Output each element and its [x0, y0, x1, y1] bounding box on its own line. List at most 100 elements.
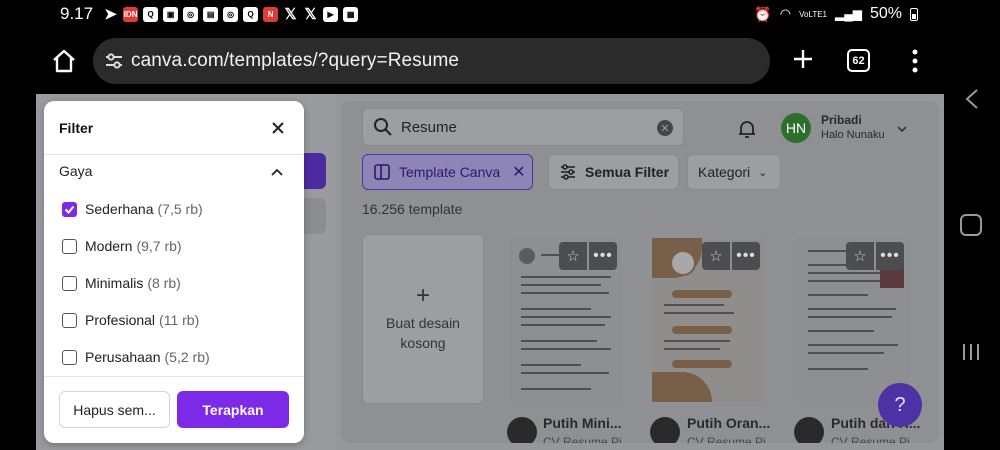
- close-icon[interactable]: [269, 119, 287, 137]
- option-label: Modern: [85, 238, 133, 254]
- section-title-gaya[interactable]: Gaya: [59, 163, 92, 179]
- star-icon[interactable]: ☆: [702, 242, 730, 270]
- bell-icon[interactable]: [736, 118, 758, 140]
- option-count: (8 rb): [147, 275, 181, 291]
- chevron-down-icon[interactable]: [896, 123, 908, 135]
- template-subtitle: CV Resume Pi...: [543, 435, 632, 443]
- all-filters-label: Semua Filter: [585, 164, 670, 180]
- checkbox[interactable]: [62, 238, 77, 254]
- search-box[interactable]: Resume ✕: [362, 108, 684, 146]
- plus-icon: +: [415, 282, 430, 310]
- more-menu-button[interactable]: [907, 48, 923, 74]
- main-content: Resume ✕ HN Pribadi Halo Nunaku Template…: [341, 101, 939, 443]
- template-card[interactable]: ☆ •••: [505, 234, 627, 404]
- more-horizontal-icon[interactable]: •••: [876, 242, 904, 270]
- creator-logo: [650, 417, 680, 443]
- filter-option-perusahaan[interactable]: Perusahaan (5,2 rb): [62, 347, 210, 367]
- chevron-up-icon[interactable]: [270, 165, 284, 179]
- template-icon: [374, 164, 390, 180]
- creator-logo: [507, 417, 537, 443]
- recent-apps-icon[interactable]: [960, 342, 982, 362]
- battery-percent: 50%: [869, 5, 902, 22]
- wifi-icon: ◠: [779, 6, 792, 21]
- x-icon-2: 𝕏: [304, 6, 317, 22]
- quran-icon-2: Q: [243, 6, 259, 22]
- remove-chip-icon[interactable]: ✕: [512, 162, 525, 182]
- new-tab-button[interactable]: [789, 45, 817, 73]
- signal-icon: ▂▄▆: [835, 7, 862, 21]
- youtube-icon: ▶: [323, 6, 339, 22]
- idn-icon: IDN: [123, 6, 139, 22]
- filter-sliders-icon: [561, 164, 575, 180]
- search-icon: [374, 118, 392, 136]
- battery-icon: [910, 7, 918, 21]
- star-icon[interactable]: ☆: [846, 242, 874, 270]
- home-nav-icon[interactable]: [960, 214, 982, 236]
- filter-modal: Filter Gaya Sederhana (7,5 rb) Modern (9…: [44, 101, 304, 443]
- news-icon: ▤: [203, 6, 219, 22]
- x-icon: 𝕏: [284, 6, 297, 22]
- back-icon[interactable]: [964, 88, 980, 110]
- instagram-icon: ◎: [183, 6, 199, 22]
- quran-icon: Q: [143, 6, 159, 22]
- divider: [44, 376, 304, 377]
- filter-option-modern[interactable]: Modern (9,7 rb): [62, 236, 182, 256]
- checkbox-checked[interactable]: [62, 201, 77, 217]
- shopping-bag-icon: ▣: [163, 6, 179, 22]
- clear-all-button[interactable]: Hapus sem...: [59, 391, 170, 428]
- option-label: Profesional: [85, 312, 156, 328]
- volte-indicator: VoLTE1: [799, 9, 827, 19]
- filter-option-sederhana[interactable]: Sederhana (7,5 rb): [62, 199, 203, 219]
- all-filters-button[interactable]: Semua Filter: [548, 154, 679, 190]
- template-count: 16.256 template: [362, 201, 463, 217]
- checkbox[interactable]: [62, 275, 77, 291]
- more-horizontal-icon[interactable]: •••: [589, 242, 617, 270]
- blank-card-line2: kosong: [400, 335, 446, 351]
- clear-search-icon[interactable]: ✕: [657, 120, 673, 136]
- search-input[interactable]: Resume: [401, 119, 457, 136]
- checkbox[interactable]: [62, 349, 77, 365]
- address-bar[interactable]: canva.com/templates/?query=Resume: [93, 38, 770, 84]
- user-subtitle: Halo Nunaku: [821, 129, 885, 141]
- browser-toolbar: canva.com/templates/?query=Resume 62: [36, 28, 944, 94]
- filter-option-minimalis[interactable]: Minimalis (8 rb): [62, 273, 181, 293]
- phone-screen: 9.17 ➤ IDN Q ▣ ◎ ▤ ◎ Q N 𝕏 𝕏 ▶ ▦ ⏰ ◠ VoL…: [0, 0, 1000, 450]
- notification-icons: ➤ IDN Q ▣ ◎ ▤ ◎ Q N 𝕏 𝕏 ▶ ▦: [103, 6, 359, 22]
- url-text[interactable]: canva.com/templates/?query=Resume: [131, 50, 459, 72]
- create-blank-design-card[interactable]: + Buat desain kosong: [362, 234, 484, 404]
- alarm-icon: ⏰: [754, 5, 772, 22]
- template-canva-chip[interactable]: Template Canva ✕: [362, 154, 533, 190]
- template-card[interactable]: ☆ •••: [648, 234, 770, 404]
- option-count: (5,2 rb): [164, 349, 210, 365]
- tune-icon[interactable]: [103, 50, 125, 72]
- status-bar: 9.17 ➤ IDN Q ▣ ◎ ▤ ◎ Q N 𝕏 𝕏 ▶ ▦ ⏰ ◠ VoL…: [36, 0, 944, 28]
- gallery-icon: ▦: [343, 6, 359, 22]
- option-count: (9,7 rb): [136, 238, 182, 254]
- checkbox[interactable]: [62, 312, 77, 328]
- apply-button[interactable]: Terapkan: [177, 391, 289, 428]
- tab-switcher-button[interactable]: 62: [847, 49, 870, 72]
- more-horizontal-icon[interactable]: •••: [732, 242, 760, 270]
- avatar[interactable]: HN: [781, 113, 811, 143]
- news-app-icon: N: [263, 6, 279, 22]
- option-label: Minimalis: [85, 275, 144, 291]
- home-button[interactable]: [50, 47, 78, 75]
- option-label: Perusahaan: [85, 349, 161, 365]
- system-nav-bar: [944, 0, 1000, 450]
- template-subtitle: CV Resume Pi...: [831, 435, 920, 443]
- category-dropdown[interactable]: Kategori ⌄: [687, 154, 781, 190]
- filter-option-profesional[interactable]: Profesional (11 rb): [62, 310, 199, 330]
- more-vert-icon: [912, 49, 918, 73]
- help-button[interactable]: ?: [878, 383, 922, 427]
- status-right: ⏰ ◠ VoLTE1 ▂▄▆ 50%: [754, 0, 918, 28]
- template-title[interactable]: Putih Mini...: [543, 415, 622, 431]
- template-chip-label: Template Canva: [399, 164, 501, 180]
- template-card[interactable]: ☆ •••: [792, 234, 914, 404]
- instagram-icon-2: ◎: [223, 6, 239, 22]
- creator-logo: [794, 417, 824, 443]
- star-icon[interactable]: ☆: [559, 242, 587, 270]
- template-title[interactable]: Putih Oran...: [687, 415, 770, 431]
- blank-card-line1: Buat desain: [386, 315, 460, 332]
- home-icon: [53, 49, 75, 73]
- user-name[interactable]: Pribadi: [821, 113, 862, 127]
